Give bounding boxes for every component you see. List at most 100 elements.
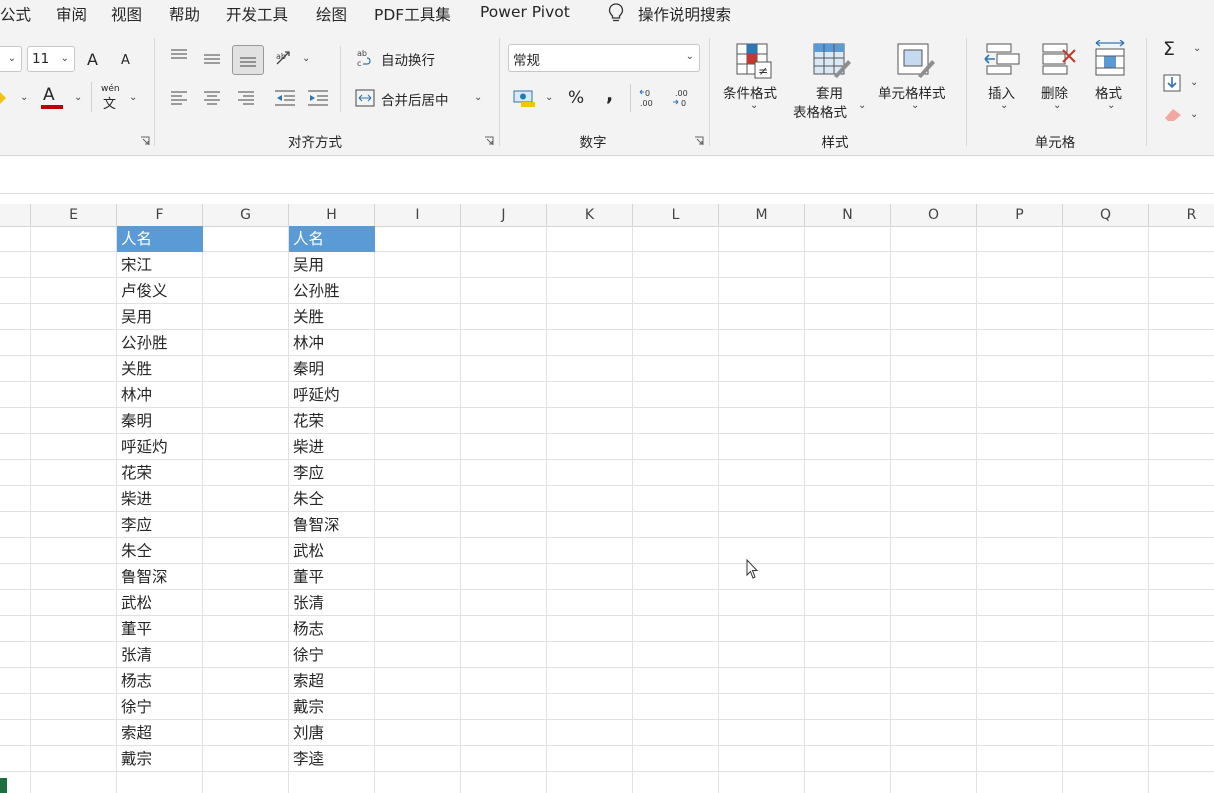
sheet-tab-edge[interactable] bbox=[0, 778, 7, 793]
insert-cells-icon[interactable] bbox=[983, 42, 1021, 78]
column-header-o[interactable]: O bbox=[891, 204, 977, 226]
merge-center-icon[interactable] bbox=[355, 88, 375, 108]
column-h-cell[interactable]: 吴用 bbox=[289, 252, 375, 278]
column-h-cell[interactable]: 公孙胜 bbox=[289, 278, 375, 304]
cell-styles-button[interactable]: 单元格样式 bbox=[878, 82, 946, 102]
column-f-cell[interactable]: 呼延灼 bbox=[117, 434, 203, 460]
comma-style-button[interactable]: , bbox=[606, 84, 613, 106]
chevron-down-icon[interactable]: ⌄ bbox=[1053, 100, 1061, 111]
chevron-down-icon[interactable]: ⌄ bbox=[750, 100, 758, 111]
column-h-cell[interactable]: 刘唐 bbox=[289, 720, 375, 746]
column-f-cell[interactable]: 宋江 bbox=[117, 252, 203, 278]
column-f-cell[interactable]: 卢俊义 bbox=[117, 278, 203, 304]
column-f-cell[interactable]: 鲁智深 bbox=[117, 564, 203, 590]
chevron-down-icon[interactable]: ⌄ bbox=[1000, 100, 1008, 111]
align-middle-icon[interactable] bbox=[203, 52, 221, 68]
merge-center-button[interactable]: 合并后居中 bbox=[381, 89, 449, 109]
column-h-cell[interactable]: 武松 bbox=[289, 538, 375, 564]
number-format-dropdown[interactable]: 常规 ⌄ bbox=[508, 44, 700, 72]
increase-indent-icon[interactable] bbox=[307, 89, 329, 107]
column-f-cell[interactable]: 徐宁 bbox=[117, 694, 203, 720]
align-center-icon[interactable] bbox=[203, 90, 221, 106]
column-h-cell[interactable]: 张清 bbox=[289, 590, 375, 616]
wrap-text-icon[interactable]: ab c bbox=[355, 48, 375, 68]
column-h-cell[interactable]: 徐宁 bbox=[289, 642, 375, 668]
column-header-q[interactable]: Q bbox=[1063, 204, 1149, 226]
fill-color-icon[interactable] bbox=[0, 88, 14, 106]
chevron-down-icon[interactable]: ⌄ bbox=[1190, 77, 1198, 88]
delete-button[interactable]: 删除 bbox=[1041, 82, 1068, 102]
column-h-cell[interactable]: 呼延灼 bbox=[289, 382, 375, 408]
column-header-h[interactable]: H bbox=[289, 204, 375, 226]
column-f-cell[interactable]: 公孙胜 bbox=[117, 330, 203, 356]
chevron-down-icon[interactable]: ⌄ bbox=[302, 53, 310, 64]
decrease-decimal-icon[interactable]: .00 0 bbox=[672, 87, 694, 109]
chevron-down-icon[interactable]: ⌄ bbox=[911, 100, 919, 111]
column-header-j[interactable]: J bbox=[461, 204, 547, 226]
column-h-cell[interactable]: 鲁智深 bbox=[289, 512, 375, 538]
chevron-down-icon[interactable]: ⌄ bbox=[858, 100, 866, 111]
chevron-down-icon[interactable]: ⌄ bbox=[545, 92, 553, 103]
column-f-cell[interactable]: 朱仝 bbox=[117, 538, 203, 564]
column-f-header-cell[interactable]: 人名 bbox=[117, 226, 203, 252]
format-as-table-button[interactable]: 表格格式 bbox=[793, 101, 847, 121]
decrease-font-icon[interactable]: A bbox=[121, 53, 130, 68]
column-f-cell[interactable]: 秦明 bbox=[117, 408, 203, 434]
fill-down-icon[interactable] bbox=[1163, 74, 1181, 92]
tab-help[interactable]: 帮助 bbox=[169, 3, 200, 25]
chevron-down-icon[interactable]: ⌄ bbox=[20, 92, 28, 103]
increase-font-icon[interactable]: A bbox=[87, 50, 98, 69]
column-header-k[interactable]: K bbox=[547, 204, 633, 226]
orientation-icon[interactable]: ab bbox=[274, 48, 296, 68]
tab-view[interactable]: 视图 bbox=[111, 3, 142, 25]
column-h-cell[interactable]: 索超 bbox=[289, 668, 375, 694]
column-f-cell[interactable]: 吴用 bbox=[117, 304, 203, 330]
wrap-text-button[interactable]: 自动换行 bbox=[381, 49, 435, 69]
column-f-cell[interactable]: 武松 bbox=[117, 590, 203, 616]
tab-power-pivot[interactable]: Power Pivot bbox=[480, 3, 570, 21]
column-h-cell[interactable]: 秦明 bbox=[289, 356, 375, 382]
column-header-p[interactable]: P bbox=[977, 204, 1063, 226]
font-name-dropdown[interactable]: ⌄ bbox=[0, 46, 22, 72]
column-h-cell[interactable]: 杨志 bbox=[289, 616, 375, 642]
column-header-f[interactable]: F bbox=[117, 204, 203, 226]
column-f-cell[interactable]: 董平 bbox=[117, 616, 203, 642]
dialog-launcher-icon[interactable] bbox=[484, 136, 494, 146]
column-h-cell[interactable]: 柴进 bbox=[289, 434, 375, 460]
font-color-icon[interactable]: A bbox=[43, 85, 55, 105]
chevron-down-icon[interactable]: ⌄ bbox=[474, 92, 482, 103]
column-header-i[interactable]: I bbox=[375, 204, 461, 226]
format-button[interactable]: 格式 bbox=[1095, 82, 1122, 102]
column-h-cell[interactable]: 朱仝 bbox=[289, 486, 375, 512]
chevron-down-icon[interactable]: ⌄ bbox=[1193, 43, 1201, 54]
column-header-n[interactable]: N bbox=[805, 204, 891, 226]
column-h-cell[interactable]: 林冲 bbox=[289, 330, 375, 356]
accounting-format-icon[interactable] bbox=[513, 88, 537, 108]
chevron-down-icon[interactable]: ⌄ bbox=[1107, 100, 1115, 111]
column-h-cell[interactable]: 董平 bbox=[289, 564, 375, 590]
increase-decimal-icon[interactable]: 0 .00 bbox=[639, 87, 661, 109]
delete-cells-icon[interactable] bbox=[1039, 42, 1077, 78]
tab-formulas[interactable]: 公式 bbox=[0, 3, 31, 25]
column-f-cell[interactable]: 柴进 bbox=[117, 486, 203, 512]
column-h-cell[interactable]: 花荣 bbox=[289, 408, 375, 434]
align-left-icon[interactable] bbox=[170, 90, 188, 106]
column-h-cell[interactable]: 戴宗 bbox=[289, 694, 375, 720]
autosum-icon[interactable]: Σ bbox=[1163, 38, 1175, 60]
decrease-indent-icon[interactable] bbox=[274, 89, 296, 107]
worksheet-grid[interactable]: 人名 宋江 卢俊义 吴用 公孙胜 关胜 林冲 秦明 呼延灼 花荣 柴进 李应 朱仝 鲁智深 武松 董平 张清 杨志… bbox=[0, 226, 1214, 793]
column-header-m[interactable]: M bbox=[719, 204, 805, 226]
tab-draw[interactable]: 绘图 bbox=[316, 3, 347, 25]
tab-developer[interactable]: 开发工具 bbox=[226, 3, 288, 25]
column-f-cell[interactable]: 索超 bbox=[117, 720, 203, 746]
tell-me-search[interactable]: 操作说明搜索 bbox=[638, 3, 731, 25]
dialog-launcher-icon[interactable] bbox=[140, 136, 150, 146]
column-header-g[interactable]: G bbox=[203, 204, 289, 226]
chevron-down-icon[interactable]: ⌄ bbox=[74, 92, 82, 103]
conditional-formatting-button[interactable]: 条件格式 bbox=[723, 82, 777, 102]
align-right-icon[interactable] bbox=[237, 90, 255, 106]
lightbulb-icon[interactable] bbox=[606, 2, 626, 24]
column-h-cell[interactable]: 李应 bbox=[289, 460, 375, 486]
column-f-cell[interactable]: 李应 bbox=[117, 512, 203, 538]
column-header-l[interactable]: L bbox=[633, 204, 719, 226]
